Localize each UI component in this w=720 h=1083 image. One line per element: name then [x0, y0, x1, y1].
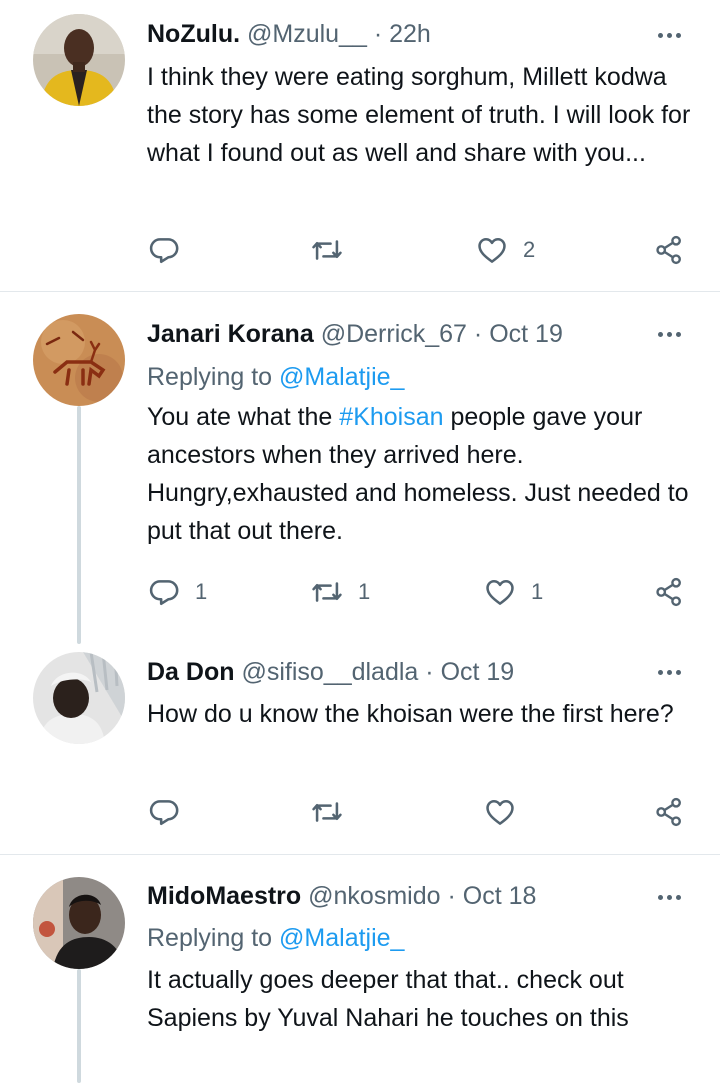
reply-icon [149, 800, 179, 826]
user-handle[interactable]: @Mzulu__ [247, 20, 367, 48]
replying-to-label: Replying to [147, 924, 273, 952]
replying-to: Replying to @Malatjie_ [147, 358, 690, 396]
reply-icon [149, 238, 179, 264]
tweet-header: Janari Korana @Derrick_67 · Oct 19 [147, 317, 650, 351]
like-button[interactable]: 1 [483, 572, 543, 612]
share-icon [656, 577, 681, 607]
tweet-text: I think they were eating sorghum, Millet… [147, 63, 691, 167]
retweet-icon [312, 802, 342, 822]
thread-line [77, 406, 81, 644]
share-button[interactable] [652, 792, 686, 832]
reply-button[interactable]: 1 [147, 572, 207, 612]
separator-dot: · [473, 320, 483, 348]
separator-dot: · [373, 20, 383, 48]
tweet-3[interactable]: Da Don @sifiso__dladla · Oct 19 How do u… [0, 644, 720, 854]
timestamp[interactable]: 22h [389, 20, 431, 48]
timestamp[interactable]: Oct 19 [441, 658, 515, 686]
heart-icon [486, 799, 514, 825]
like-button[interactable]: 2 [475, 230, 535, 270]
retweet-button[interactable] [310, 230, 358, 270]
reply-count: 1 [195, 579, 208, 604]
tweet-text: How do u know the khoisan were the first… [147, 700, 674, 728]
share-icon [656, 235, 681, 265]
retweet-button[interactable] [310, 792, 358, 832]
heart-icon [486, 579, 514, 605]
retweet-count: 1 [358, 579, 371, 604]
avatar-midomaestro-image [33, 877, 125, 969]
replying-to: Replying to @Malatjie_ [147, 919, 690, 957]
avatar-janari-korana[interactable] [33, 314, 125, 406]
tweet-header: Da Don @sifiso__dladla · Oct 19 [147, 655, 650, 689]
tweet-actions: 1 1 1 [147, 572, 692, 612]
more-icon[interactable] [654, 20, 684, 50]
timestamp[interactable]: Oct 19 [489, 320, 563, 348]
separator-dot: · [447, 882, 456, 910]
display-name[interactable]: Janari Korana [147, 320, 314, 348]
reply-mention-link[interactable]: @Malatjie_ [279, 924, 404, 952]
tweet-actions [147, 792, 692, 832]
user-handle[interactable]: @nkosmido [308, 882, 440, 910]
separator-dot: · [425, 658, 434, 686]
user-handle[interactable]: @Derrick_67 [321, 320, 467, 348]
tweet-actions: 2 [147, 230, 692, 270]
reply-button[interactable] [147, 230, 195, 270]
reply-icon [149, 580, 179, 606]
share-button[interactable] [652, 572, 686, 612]
tweet-text-part: You ate what the [147, 403, 340, 431]
tweet-text: It actually goes deeper that that.. chec… [147, 966, 629, 1032]
user-handle[interactable]: @sifiso__dladla [241, 658, 418, 686]
tweet-1[interactable]: NoZulu. @Mzulu__ · 22h I think they were… [0, 0, 720, 291]
share-button[interactable] [652, 230, 686, 270]
more-icon[interactable] [654, 657, 684, 687]
avatar-midomaestro[interactable] [33, 877, 125, 969]
retweet-icon [312, 240, 342, 260]
hashtag-link[interactable]: #Khoisan [339, 403, 443, 431]
like-count: 1 [531, 579, 544, 604]
display-name[interactable]: MidoMaestro [147, 882, 301, 910]
reply-mention-link[interactable]: @Malatjie_ [279, 363, 404, 391]
retweet-button[interactable]: 1 [310, 572, 370, 612]
like-count: 2 [523, 237, 536, 262]
tweet-2[interactable]: Janari Korana @Derrick_67 · Oct 19 Reply… [0, 292, 720, 644]
heart-icon [478, 237, 506, 263]
more-icon[interactable] [654, 319, 684, 349]
timestamp[interactable]: Oct 18 [463, 882, 537, 910]
more-icon[interactable] [654, 882, 684, 912]
tweet-header: MidoMaestro @nkosmido · Oct 18 [147, 879, 650, 913]
replying-to-label: Replying to [147, 363, 273, 391]
avatar-nozulu-image [33, 14, 125, 106]
avatar-da-don[interactable] [33, 652, 125, 744]
display-name[interactable]: Da Don [147, 658, 235, 686]
thread-line [77, 969, 81, 1083]
retweet-icon [312, 582, 342, 602]
tweet-4[interactable]: MidoMaestro @nkosmido · Oct 18 Replying … [0, 855, 720, 1083]
share-icon [656, 797, 681, 827]
tweet-header: NoZulu. @Mzulu__ · 22h [147, 17, 650, 51]
reply-button[interactable] [147, 792, 195, 832]
avatar-nozulu[interactable] [33, 14, 125, 106]
avatar-janari-korana-image [33, 314, 125, 406]
tweet-text: You ate what the #Khoisan people gave yo… [147, 398, 697, 550]
like-button[interactable] [483, 792, 531, 832]
avatar-da-don-image [33, 652, 125, 744]
display-name[interactable]: NoZulu. [147, 20, 240, 48]
